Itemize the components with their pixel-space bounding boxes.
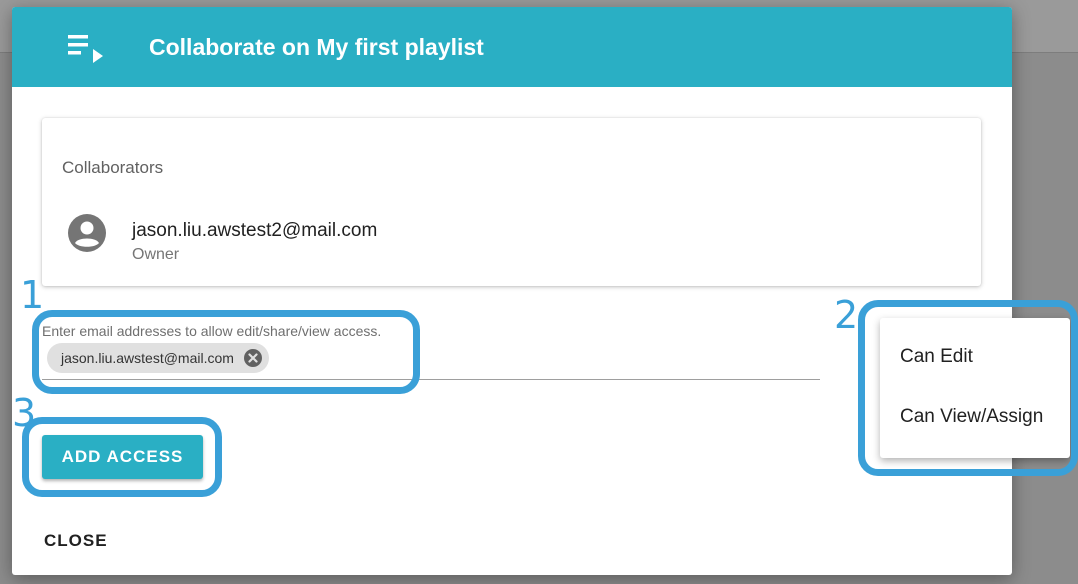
account-circle-icon: [68, 214, 106, 252]
playlist-play-icon: [68, 35, 103, 63]
collaborator-role: Owner: [132, 246, 180, 263]
annotation-label-2: 2: [834, 293, 859, 337]
close-button[interactable]: CLOSE: [32, 527, 120, 555]
collaborators-heading: Collaborators: [62, 158, 164, 177]
annotation-box-3: [22, 417, 222, 497]
annotation-box-2: [858, 300, 1078, 476]
dialog-header: Collaborate on My first playlist: [12, 7, 1012, 87]
annotation-box-1: [32, 310, 420, 394]
dialog-title: Collaborate on My first playlist: [149, 34, 484, 60]
collaborator-email: jason.liu.awstest2@mail.com: [132, 220, 378, 241]
annotation-label-1: 1: [20, 273, 45, 317]
collaborators-card: Collaborators jason.liu.awstest2@mail.co…: [42, 118, 981, 286]
